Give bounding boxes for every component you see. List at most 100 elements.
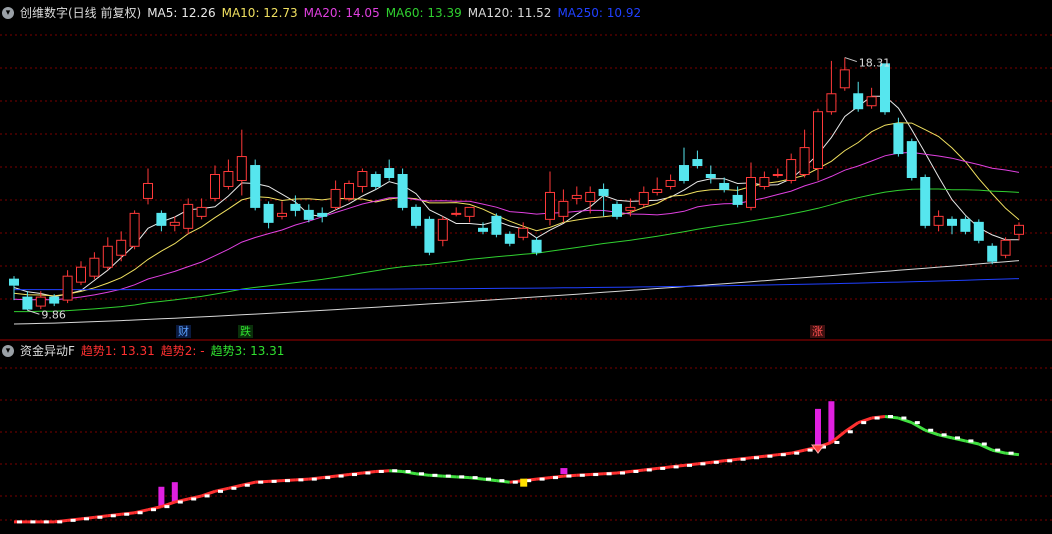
- trend-dash: [472, 476, 478, 480]
- candle-body: [933, 215, 944, 226]
- indicator-menu-button[interactable]: ▾: [2, 345, 14, 357]
- trend-dash: [352, 473, 357, 477]
- candle-body: [652, 188, 663, 193]
- trend-dash: [378, 469, 384, 473]
- trend-dash: [539, 477, 545, 481]
- candle-body: [49, 296, 60, 304]
- event-marker-finance[interactable]: 财: [176, 325, 191, 338]
- trend-dash: [928, 428, 934, 432]
- candle-body: [839, 69, 850, 89]
- candle-body: [786, 159, 797, 181]
- candle-body: [344, 182, 354, 199]
- candle-body: [1014, 224, 1024, 235]
- trend-dash: [43, 520, 49, 524]
- candle-body: [612, 203, 622, 217]
- candle-body: [719, 182, 730, 190]
- candle-body: [263, 203, 274, 223]
- trend-dash: [30, 520, 36, 524]
- candle-body: [357, 171, 368, 187]
- candle-body: [598, 188, 609, 196]
- main-panel-header: ▾ 创维数字(日线 前复权) MA5: 12.26 MA10: 12.73 MA…: [0, 4, 647, 22]
- candle-body: [76, 266, 86, 283]
- candle-body: [960, 218, 971, 232]
- ma250-line: [14, 278, 1020, 291]
- trend-dash: [405, 469, 411, 473]
- candle-body: [638, 191, 649, 205]
- trend-dash: [311, 477, 317, 481]
- candle-body: [906, 141, 917, 178]
- trend-dash: [57, 520, 63, 524]
- event-marker-up[interactable]: 涨: [810, 325, 825, 338]
- ma250-label: MA250: 10.92: [557, 6, 642, 20]
- candle-body: [813, 111, 823, 170]
- candle-body: [424, 218, 435, 253]
- trend-dash: [271, 479, 277, 483]
- candle-body: [665, 179, 676, 187]
- candle-body: [478, 227, 488, 232]
- signal-bar: [815, 408, 821, 448]
- trend-dash: [995, 448, 1001, 452]
- trend-dash: [459, 475, 465, 479]
- candle-body: [531, 239, 542, 253]
- trend-dash: [231, 486, 237, 490]
- candle-body: [705, 174, 716, 178]
- trend-dash: [874, 416, 880, 420]
- candle-body: [210, 174, 220, 199]
- event-marker-down[interactable]: 跌: [238, 325, 253, 338]
- candle-body: [679, 165, 689, 181]
- candle-body: [625, 206, 636, 211]
- trend-dash: [914, 421, 920, 425]
- kline-chart[interactable]: 18.31 9.86: [0, 0, 1052, 534]
- trend-dash: [888, 415, 893, 419]
- signal-bar: [828, 401, 835, 443]
- trend-dash: [566, 474, 572, 478]
- candle-body: [1000, 239, 1011, 256]
- trend-dash: [486, 477, 491, 481]
- candle-body: [799, 147, 810, 176]
- trend-dash: [834, 440, 840, 444]
- candle-body: [129, 212, 140, 247]
- trend-dash: [727, 459, 733, 463]
- trend-dash: [553, 476, 558, 480]
- signal-bar: [158, 486, 165, 507]
- trend-dash: [392, 469, 398, 473]
- candle-body: [464, 206, 475, 217]
- candle-body: [973, 221, 984, 241]
- trend-dash: [17, 520, 22, 524]
- candle-body: [893, 123, 904, 155]
- candle-body: [156, 212, 167, 226]
- trend-dash: [124, 512, 130, 516]
- candle-body: [183, 203, 194, 229]
- ma20-label: MA20: 14.05: [303, 6, 380, 20]
- trend-dash: [941, 433, 947, 437]
- candle-body: [491, 215, 502, 235]
- trend-dash: [646, 468, 652, 472]
- trend-dash: [740, 457, 746, 461]
- trend-dash: [258, 480, 264, 484]
- candle-body: [880, 63, 890, 113]
- stock-title: 创维数字(日线 前复权): [20, 6, 142, 20]
- trend-dash: [673, 465, 679, 469]
- trend-dash: [620, 471, 625, 475]
- trend-dash: [593, 473, 599, 477]
- candle-body: [920, 176, 931, 226]
- yellow-signal-marker: [520, 478, 528, 487]
- trend-dash: [767, 454, 773, 458]
- trend-dash: [137, 511, 143, 515]
- trend-dash: [981, 442, 987, 446]
- indicator-panel-header: ▾ 资金异动F 趋势1: 13.31 趋势2: - 趋势3: 13.31: [0, 342, 290, 360]
- trend-dash: [97, 515, 103, 519]
- trend-dash: [285, 479, 290, 483]
- trend-dash: [244, 483, 250, 487]
- trend-dash: [218, 489, 223, 493]
- trend-dash: [700, 462, 706, 466]
- candle-body: [545, 191, 555, 220]
- candle-body: [451, 212, 462, 215]
- panel-menu-button[interactable]: ▾: [2, 7, 14, 19]
- trend-dash: [1008, 451, 1014, 455]
- ma60-label: MA60: 13.39: [385, 6, 462, 20]
- candle-body: [277, 212, 287, 217]
- candle-body: [35, 296, 46, 307]
- trend-dash: [419, 472, 424, 476]
- ma10-label: MA10: 12.73: [221, 6, 298, 20]
